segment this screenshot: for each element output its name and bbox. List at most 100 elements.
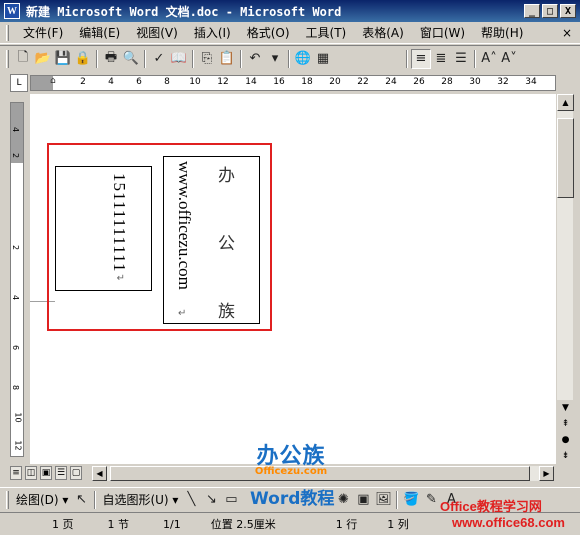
undo-icon[interactable]: ↶ xyxy=(245,49,265,69)
menu-help[interactable]: 帮助(H) xyxy=(473,24,531,41)
toolbar-grip[interactable] xyxy=(6,49,9,68)
ruler-tick: 34 xyxy=(525,77,537,87)
ruler-tick: 16 xyxy=(273,77,285,87)
menu-view[interactable]: 视图(V) xyxy=(128,24,186,41)
fill-color-icon[interactable]: 🪣 xyxy=(401,490,421,510)
ruler-row: L ⌂ 2 4 6 8 10 12 14 16 18 20 22 24 26 2… xyxy=(0,72,580,94)
office68-watermark-title: Office教程学习网 xyxy=(440,499,542,514)
textbox-phone[interactable]: 15111111111 ↵ xyxy=(55,166,152,291)
paragraph-mark-icon: ↵ xyxy=(178,308,187,319)
word-app-icon[interactable]: W xyxy=(4,3,20,19)
scroll-up-icon[interactable]: ▲ xyxy=(557,94,574,111)
document-area[interactable]: 4 2 2 4 6 8 10 12 15111111111 ↵ www.offi… xyxy=(0,94,556,464)
print-preview-icon[interactable]: 🔍 xyxy=(121,49,141,69)
vertical-ruler[interactable]: 4 2 2 4 6 8 10 12 xyxy=(10,102,24,457)
clipart-icon[interactable]: ▣ xyxy=(353,490,373,510)
web-view-icon[interactable]: ◫ xyxy=(25,466,37,480)
v-ruler-tick: 10 xyxy=(13,412,23,423)
tab-selector[interactable]: L xyxy=(10,74,28,92)
justify-icon[interactable]: ☰ xyxy=(451,49,471,69)
normal-view-icon[interactable]: ≡ xyxy=(10,466,22,480)
prev-page-icon[interactable]: ⇞ xyxy=(557,416,574,432)
phone-number-text[interactable]: 15111111111 xyxy=(109,173,129,272)
outline-view-icon[interactable]: ☰ xyxy=(55,466,67,480)
toolbar-separator xyxy=(396,490,399,509)
toolbar-separator xyxy=(96,49,98,68)
center-icon[interactable]: ≣ xyxy=(431,49,451,69)
draw-toolbar-grip[interactable] xyxy=(6,490,9,509)
next-page-icon[interactable]: ⇟ xyxy=(557,448,574,464)
font-shrink-icon[interactable]: A˅ xyxy=(499,49,519,69)
diagram-icon[interactable]: ✺ xyxy=(333,490,353,510)
copy-icon[interactable]: ⎘ xyxy=(197,49,217,69)
draw-menu-button[interactable]: 绘图(D) ▾ xyxy=(13,491,71,508)
char-ban[interactable]: 办 xyxy=(218,161,235,186)
picture-icon[interactable]: 🖼 xyxy=(373,490,393,510)
maximize-button[interactable]: □ xyxy=(542,4,558,18)
ruler-tick: 18 xyxy=(301,77,313,87)
hyperlink-icon[interactable]: 🌐 xyxy=(293,49,313,69)
toolbar-separator xyxy=(192,49,194,68)
minimize-button[interactable]: _ xyxy=(524,4,540,18)
select-objects-icon[interactable]: ↖ xyxy=(71,490,91,510)
line-color-icon[interactable]: ✎ xyxy=(421,490,441,510)
menu-format[interactable]: 格式(O) xyxy=(239,24,298,41)
char-zu[interactable]: 族 xyxy=(218,297,235,322)
menubar-grip[interactable] xyxy=(6,24,9,41)
paste-icon[interactable]: 📋 xyxy=(217,49,237,69)
office68-watermark-url: www.office68.com xyxy=(452,515,565,530)
window-title: 新建 Microsoft Word 文档.doc - Microsoft Wor… xyxy=(26,4,342,19)
rectangle-icon[interactable]: ▭ xyxy=(221,490,241,510)
arrow-icon[interactable]: ↘ xyxy=(201,490,221,510)
ruler-tick: 4 xyxy=(108,77,114,87)
reading-view-icon[interactable]: ▢ xyxy=(70,466,82,480)
scroll-left-icon[interactable]: ◀ xyxy=(92,466,107,481)
close-button[interactable]: X xyxy=(560,4,576,18)
scroll-down-icon[interactable]: ▼ xyxy=(557,400,574,416)
font-grow-icon[interactable]: A˄ xyxy=(479,49,499,69)
indent-marker-icon[interactable]: ⌂ xyxy=(50,76,58,90)
toolbar-separator xyxy=(240,49,242,68)
autoshapes-button[interactable]: 自选图形(U) ▾ xyxy=(99,491,181,508)
vertical-scrollbar[interactable]: ▲ ▼ ⇞ ● ⇟ xyxy=(556,94,574,464)
textbox-website[interactable]: www.officezu.com ↵ 办 公 族 xyxy=(163,156,260,324)
v-ruler-tick: 2 xyxy=(11,152,21,159)
website-url-text[interactable]: www.officezu.com xyxy=(174,161,194,290)
menu-tools[interactable]: 工具(T) xyxy=(298,24,355,41)
permission-icon[interactable]: 🔒 xyxy=(73,49,93,69)
toolbar-separator xyxy=(406,49,408,68)
print-icon[interactable]: 🖶 xyxy=(101,49,121,69)
scroll-thumb[interactable] xyxy=(557,118,574,198)
new-icon[interactable]: 🗋 xyxy=(13,49,33,69)
save-icon[interactable]: 💾 xyxy=(53,49,73,69)
menu-file[interactable]: 文件(F) xyxy=(15,24,71,41)
table-icon[interactable]: ▦ xyxy=(313,49,333,69)
ruler-tick: 10 xyxy=(189,77,201,87)
doc-close-button[interactable]: × xyxy=(562,26,572,40)
menu-table[interactable]: 表格(A) xyxy=(354,24,412,41)
menu-bar: 文件(F) 编辑(E) 视图(V) 插入(I) 格式(O) 工具(T) 表格(A… xyxy=(0,22,580,44)
select-browse-object-icon[interactable]: ● xyxy=(557,432,574,448)
undo-dropdown-icon[interactable]: ▾ xyxy=(265,49,285,69)
paragraph-mark-icon: ↵ xyxy=(116,273,125,284)
title-bar: W 新建 Microsoft Word 文档.doc - Microsoft W… xyxy=(0,0,580,22)
menu-window[interactable]: 窗口(W) xyxy=(412,24,473,41)
menu-edit[interactable]: 编辑(E) xyxy=(71,24,128,41)
print-view-icon[interactable]: ▣ xyxy=(40,466,52,480)
ruler-tick: 14 xyxy=(245,77,257,87)
open-icon[interactable]: 📂 xyxy=(33,49,53,69)
toolbar-separator xyxy=(474,49,476,68)
line-icon[interactable]: ╲ xyxy=(181,490,201,510)
justify-left-icon[interactable]: ≡ xyxy=(411,48,431,69)
horizontal-ruler[interactable]: ⌂ 2 4 6 8 10 12 14 16 18 20 22 24 26 28 … xyxy=(30,75,556,91)
v-ruler-tick: 4 xyxy=(11,126,21,133)
toolbar-separator xyxy=(288,49,290,68)
char-gong[interactable]: 公 xyxy=(218,229,235,254)
toolbar-separator xyxy=(144,49,146,68)
scroll-right-icon[interactable]: ▶ xyxy=(539,466,554,481)
menu-insert[interactable]: 插入(I) xyxy=(186,24,239,41)
research-icon[interactable]: 📖 xyxy=(169,49,189,69)
ruler-tick: 30 xyxy=(469,77,481,87)
word-tutorial-watermark: Word教程 xyxy=(250,489,335,509)
spelling-icon[interactable]: ✓ xyxy=(149,49,169,69)
